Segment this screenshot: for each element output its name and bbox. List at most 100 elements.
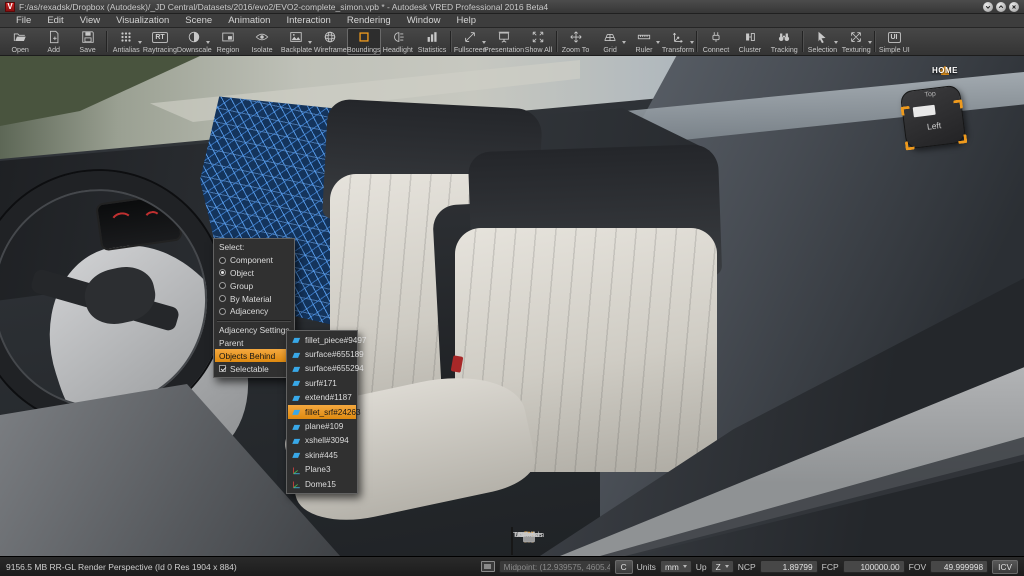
minimize-button[interactable] [983,2,993,12]
menu-item-adjacency-settings[interactable]: Adjacency Settings... [215,324,293,337]
menu-item-group[interactable]: Group [215,279,293,292]
maximize-button[interactable] [996,2,1006,12]
close-button[interactable] [1009,2,1019,12]
menu-item-component[interactable]: Component [215,254,293,267]
viewcube-corner[interactable] [905,141,915,151]
toolbar-connect[interactable]: Connect [699,28,733,55]
menu-item-adjacency[interactable]: Adjacency [215,305,293,318]
submenu-item-skin-445[interactable]: skin#445 [288,448,356,462]
dropdown-caret[interactable] [482,41,486,44]
toolbar-tracking[interactable]: Tracking [767,28,801,55]
menu-help[interactable]: Help [448,15,484,26]
menu-view[interactable]: View [72,15,108,26]
midpoint-field[interactable]: Midpoint: (12.939575, 4605.4809... [499,560,611,573]
toolbar-open[interactable]: Open [3,28,37,55]
submenu-item-surface-655189[interactable]: surface#655189 [288,347,356,361]
toolbar-downscale[interactable]: Downscale [177,28,211,55]
submenu-item-plane-109[interactable]: plane#109 [288,419,356,433]
dropdown-caret[interactable] [138,41,142,44]
menu-item-object[interactable]: Object [215,267,293,280]
menu-item-by-material[interactable]: By Material [215,292,293,305]
toolbar-grid[interactable]: Grid [593,28,627,55]
c-button[interactable]: C [615,560,633,574]
fcp-field[interactable]: 100000.00 [843,560,905,573]
menu-animation[interactable]: Animation [220,15,278,26]
submenu-item-xshell-3094[interactable]: xshell#3094 [288,434,356,448]
toolbar-transform[interactable]: Transform [661,28,695,55]
submenu-item-surf-171[interactable]: surf#171 [288,376,356,390]
radio-selected-icon [219,269,226,276]
toolbar-presentation[interactable]: Presentation [487,28,521,55]
viewcube-top-face[interactable]: Top [901,88,959,102]
toolbar-raytracing[interactable]: RTRaytracing [143,28,177,55]
menu-item-parent[interactable]: Parent [215,337,293,350]
menu-item-selectable[interactable]: Selectable [215,362,293,375]
menu-item-objects-behind[interactable]: Objects Behind [215,349,293,362]
folder-open-icon [13,30,27,44]
viewcube-corner[interactable] [957,134,967,144]
units-dropdown[interactable]: mm [660,560,692,573]
toolbar-isolate[interactable]: Isolate [245,28,279,55]
menu-edit[interactable]: Edit [39,15,71,26]
toolbar-fullscreen[interactable]: Fullscreen [453,28,487,55]
module-render[interactable]: Render [512,528,545,530]
toolbar-zoom-to[interactable]: Zoom To [559,28,593,55]
render-viewport[interactable]: HOME Top Left Graph Transform Materials … [0,56,1024,556]
ncp-field[interactable]: 1.89799 [760,560,818,573]
up-axis-dropdown[interactable]: Z [711,560,734,573]
menu-scene[interactable]: Scene [177,15,220,26]
menu-visualization[interactable]: Visualization [108,15,177,26]
toolbar-save[interactable]: Save [71,28,105,55]
toolbar-statistics[interactable]: Statistics [415,28,449,55]
dropdown-caret[interactable] [206,41,210,44]
toolbar-boundings[interactable]: Boundings [347,28,381,55]
dropdown-caret[interactable] [656,41,660,44]
toolbar-headlight[interactable]: Headlight [381,28,415,55]
toolbar-separator [696,31,698,52]
menu-bar: File Edit View Visualization Scene Anima… [0,14,1024,28]
toolbar-show-all[interactable]: Show All [521,28,555,55]
viewcube-corner[interactable] [953,99,963,109]
vred-application-window: { "window": { "logo_letter": "V", "title… [0,0,1024,576]
menu-interaction[interactable]: Interaction [278,15,338,26]
viewcube-home-button[interactable]: HOME [922,66,968,75]
toolbar-simple-ui[interactable]: UISimple UI [877,28,911,55]
dropdown-caret[interactable] [834,41,838,44]
viewcube-front-face[interactable]: Left [905,117,964,134]
submenu-item-fillet-piece[interactable]: fillet_piece#9497 [288,333,356,347]
viewcube-corner[interactable] [901,106,911,116]
window-title: F:/as/rexadsk/Dropbox (Autodesk)/_JD Cen… [19,2,979,12]
toolbar-ruler[interactable]: Ruler [627,28,661,55]
axis-arrows-icon [671,30,685,44]
viewcube[interactable]: Top Left [900,85,967,150]
memory-renderer-status: 9156.5 MB RR-GL Render Perspective (Id 0… [6,562,237,572]
title-bar[interactable]: V F:/as/rexadsk/Dropbox (Autodesk)/_JD C… [0,0,1024,14]
submenu-item-surface-655294[interactable]: surface#655294 [288,362,356,376]
submenu-item-extend-1187[interactable]: extend#1187 [288,391,356,405]
dropdown-caret[interactable] [622,41,626,44]
submenu-item-dome15[interactable]: Dome15 [288,477,356,491]
toolbar-cluster[interactable]: Cluster [733,28,767,55]
toolbar-antialias[interactable]: Antialias [109,28,143,55]
toolbar-add[interactable]: Add [37,28,71,55]
radio-icon [219,308,226,315]
submenu-item-fillet-srf[interactable]: fillet_srf#24263 [288,405,356,419]
dropdown-caret[interactable] [308,41,312,44]
toolbar-wireframe[interactable]: Wireframe [313,28,347,55]
submenu-item-plane3[interactable]: Plane3 [288,463,356,477]
menu-file[interactable]: File [8,15,39,26]
dropdown-caret[interactable] [690,41,694,44]
icv-button[interactable]: ICV [992,560,1018,574]
display-icon[interactable] [481,561,495,572]
module-bar: Graph Transform Materials Cameras Clips … [511,527,513,555]
menu-window[interactable]: Window [399,15,449,26]
toolbar-backplate[interactable]: Backplate [279,28,313,55]
dropdown-caret[interactable] [868,41,872,44]
toolbar-region[interactable]: Region [211,28,245,55]
toolbar-selection[interactable]: Selection [805,28,839,55]
menu-rendering[interactable]: Rendering [339,15,399,26]
menu-separator [217,320,291,322]
toolbar-texturing[interactable]: Texturing [839,28,873,55]
viewcube-highlight-face[interactable] [913,105,936,118]
fov-field[interactable]: 49.999998 [930,560,988,573]
